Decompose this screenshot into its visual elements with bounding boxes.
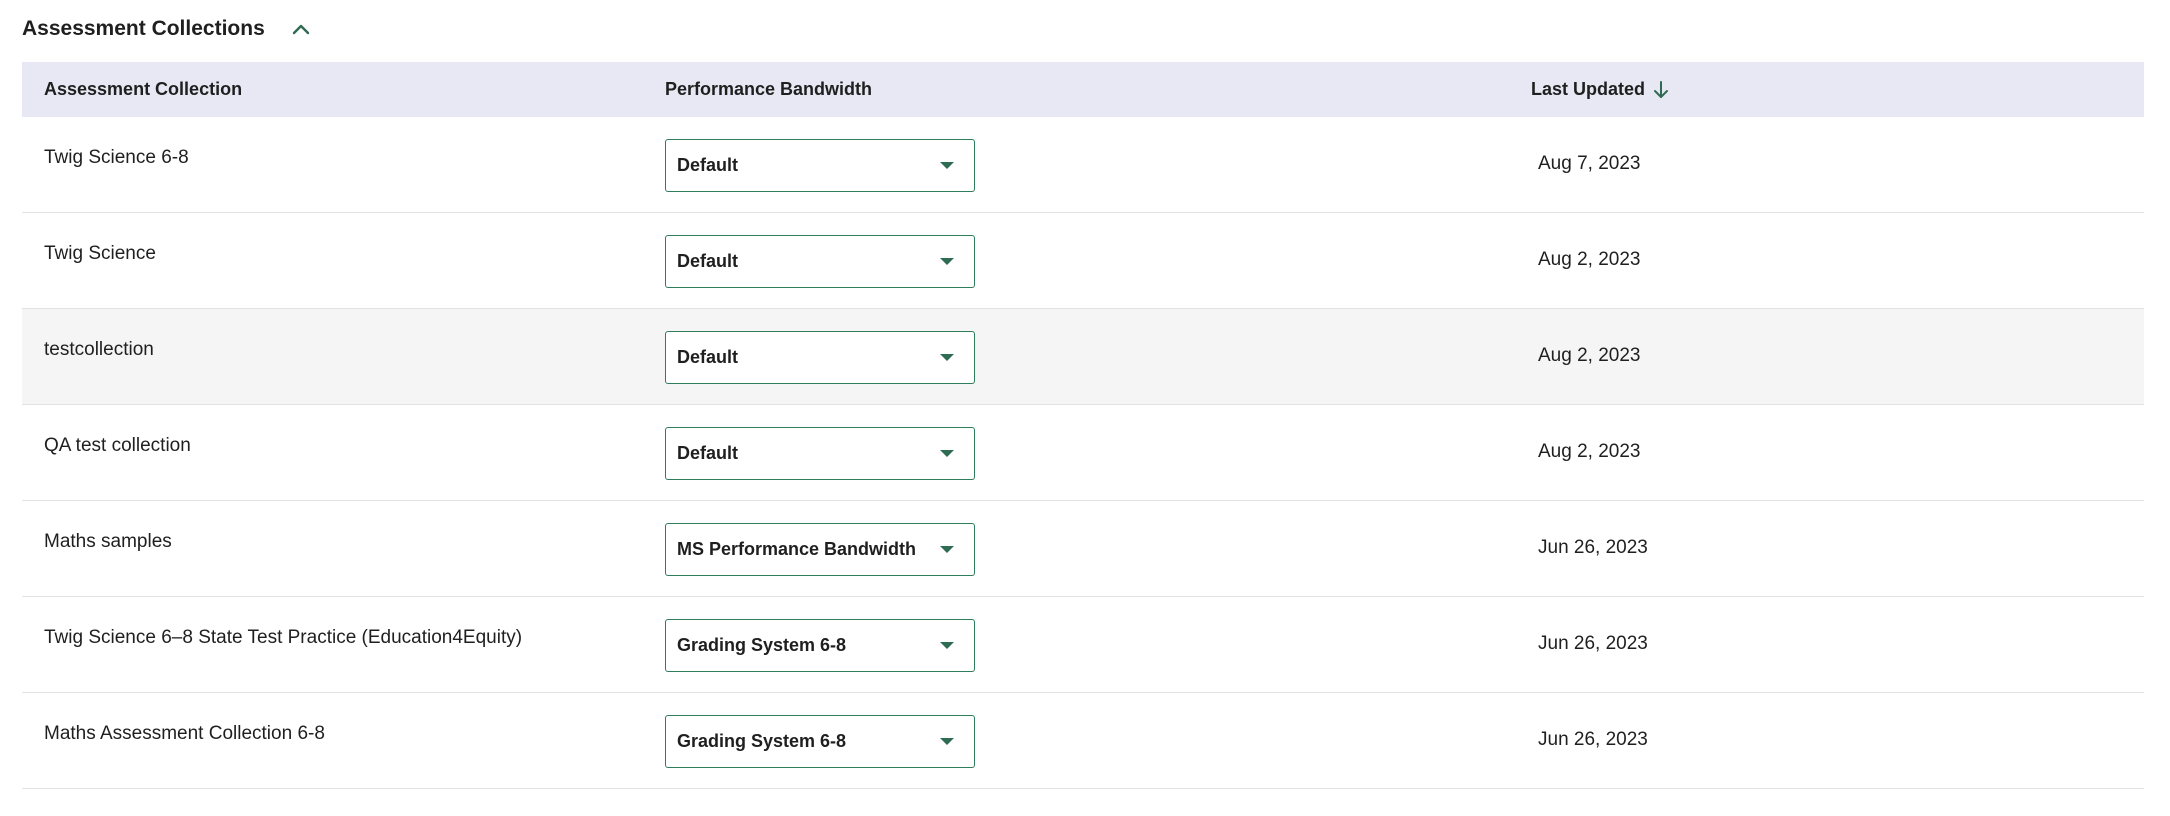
table-row: Maths Assessment Collection 6-8 Grading … bbox=[22, 693, 2144, 789]
caret-down-icon bbox=[940, 642, 954, 649]
bandwidth-select-value: Default bbox=[677, 251, 739, 271]
section-title: Assessment Collections bbox=[22, 17, 265, 40]
collection-name: Twig Science 6-8 bbox=[44, 147, 189, 168]
collection-name: Maths samples bbox=[44, 531, 172, 552]
last-updated-date: Aug 2, 2023 bbox=[1538, 345, 1641, 366]
caret-down-icon bbox=[940, 450, 954, 457]
table-body: Twig Science 6-8 Default Aug 7, 2023 Twi… bbox=[22, 117, 2144, 789]
chevron-up-icon bbox=[292, 24, 309, 35]
bandwidth-select[interactable]: Default bbox=[665, 427, 975, 480]
last-updated-date: Jun 26, 2023 bbox=[1538, 537, 1648, 558]
collection-name: QA test collection bbox=[44, 435, 191, 456]
last-updated-date: Aug 7, 2023 bbox=[1538, 153, 1641, 174]
caret-down-icon bbox=[940, 738, 954, 745]
caret-down-icon bbox=[940, 162, 954, 169]
assessment-collections-table: Assessment Collection Performance Bandwi… bbox=[22, 62, 2144, 789]
column-header-last-updated[interactable]: Last Updated bbox=[1531, 62, 1669, 117]
bandwidth-select[interactable]: Grading System 6-8 bbox=[665, 715, 975, 768]
bandwidth-select-value: Grading System 6-8 bbox=[677, 731, 847, 751]
table-row: Twig Science 6-8 Default Aug 7, 2023 bbox=[22, 117, 2144, 213]
bandwidth-select[interactable]: Default bbox=[665, 139, 975, 192]
last-updated-date: Jun 26, 2023 bbox=[1538, 633, 1648, 654]
bandwidth-select-value: Default bbox=[677, 155, 739, 175]
last-updated-date: Jun 26, 2023 bbox=[1538, 729, 1648, 750]
last-updated-date: Aug 2, 2023 bbox=[1538, 441, 1641, 462]
bandwidth-select[interactable]: MS Performance Bandwidth bbox=[665, 523, 975, 576]
table-row: QA test collection Default Aug 2, 2023 bbox=[22, 405, 2144, 501]
bandwidth-select[interactable]: Default bbox=[665, 235, 975, 288]
caret-down-icon bbox=[940, 258, 954, 265]
table-row: testcollection Default Aug 2, 2023 bbox=[22, 309, 2144, 405]
caret-down-icon bbox=[940, 546, 954, 553]
page: Assessment Collections Assessment Collec… bbox=[0, 0, 2170, 816]
bandwidth-select[interactable]: Grading System 6-8 bbox=[665, 619, 975, 672]
collection-name: Twig Science bbox=[44, 243, 156, 264]
table-header: Assessment Collection Performance Bandwi… bbox=[22, 62, 2144, 117]
bandwidth-select[interactable]: Default bbox=[665, 331, 975, 384]
bandwidth-select-value: MS Performance Bandwidth bbox=[677, 539, 917, 559]
section-header: Assessment Collections bbox=[22, 14, 315, 44]
table-row: Maths samples MS Performance Bandwidth J… bbox=[22, 501, 2144, 597]
last-updated-label: Last Updated bbox=[1531, 79, 1646, 99]
collapse-toggle-button[interactable] bbox=[287, 15, 315, 43]
column-header-performance-bandwidth: Performance Bandwidth bbox=[665, 79, 873, 99]
table-row: Twig Science 6–8 State Test Practice (Ed… bbox=[22, 597, 2144, 693]
caret-down-icon bbox=[940, 354, 954, 361]
table-row: Twig Science Default Aug 2, 2023 bbox=[22, 213, 2144, 309]
bandwidth-select-value: Grading System 6-8 bbox=[677, 635, 847, 655]
bandwidth-select-value: Default bbox=[677, 347, 739, 367]
collection-name: Twig Science 6–8 State Test Practice (Ed… bbox=[44, 627, 523, 648]
last-updated-date: Aug 2, 2023 bbox=[1538, 249, 1641, 270]
arrow-down-icon[interactable] bbox=[1653, 80, 1669, 100]
column-header-assessment-collection: Assessment Collection bbox=[44, 79, 243, 99]
collection-name: testcollection bbox=[44, 339, 154, 360]
bandwidth-select-value: Default bbox=[677, 443, 739, 463]
collection-name: Maths Assessment Collection 6-8 bbox=[44, 723, 325, 744]
